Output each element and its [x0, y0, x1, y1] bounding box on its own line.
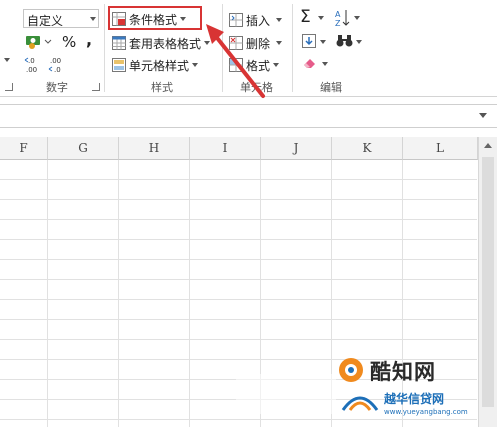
scrollbar-thumb[interactable] — [482, 157, 494, 407]
eraser-icon — [304, 59, 315, 68]
watermark-backdrop — [236, 374, 336, 414]
red-arrow-annotation — [206, 24, 265, 98]
svg-text:Z: Z — [335, 19, 341, 28]
svg-text:.0: .0 — [28, 57, 35, 65]
chevron-down-icon — [192, 63, 199, 67]
cell-styles-button[interactable]: 单元格样式 — [112, 56, 199, 74]
format-as-table-label: 套用表格格式 — [129, 36, 202, 51]
chevron-down-icon — [276, 41, 283, 45]
percent-style-button[interactable]: % — [62, 33, 76, 51]
svg-text:.00: .00 — [50, 57, 61, 65]
column-header-h[interactable]: H — [119, 137, 190, 160]
accounting-format-button[interactable] — [25, 34, 53, 50]
decrease-decimal-icon: .00 .0 — [48, 57, 61, 74]
group-separator — [292, 4, 293, 92]
formula-bar[interactable] — [0, 104, 497, 128]
autosum-icon: Σ — [300, 7, 311, 27]
currency-icon — [26, 36, 52, 49]
site-logo-icon — [341, 396, 379, 411]
table-icon — [112, 36, 126, 50]
vertical-scrollbar[interactable] — [478, 137, 497, 427]
grid-row-line — [0, 199, 477, 200]
grid-row-line — [0, 219, 477, 220]
chevron-down-icon — [356, 40, 362, 44]
group-separator — [104, 4, 105, 92]
increase-decimal-icon: .0 .00 — [24, 57, 37, 74]
sort-filter-button[interactable]: A Z — [334, 8, 362, 28]
autosum-button[interactable]: Σ — [300, 7, 326, 28]
number-dialog-launcher-icon[interactable] — [92, 83, 100, 91]
watermark: 酷知网 越华信贷网 www.yueyangbang.com — [236, 352, 476, 422]
column-header-f[interactable]: F — [0, 137, 48, 160]
fill-down-icon — [302, 34, 316, 48]
column-header-k[interactable]: K — [332, 137, 403, 160]
cell-styles-icon — [112, 58, 126, 72]
grid-row-line — [0, 299, 477, 300]
grid-row-line — [0, 319, 477, 320]
svg-text:.00: .00 — [26, 66, 37, 74]
binoculars-icon — [336, 35, 353, 47]
svg-text:A: A — [335, 10, 341, 19]
fill-button[interactable] — [302, 34, 326, 52]
styles-group-label: 样式 — [151, 81, 173, 94]
highlight-box — [108, 6, 202, 30]
grid-column-line — [189, 160, 190, 427]
chevron-down-icon — [320, 40, 326, 44]
chevron-down-icon — [90, 17, 96, 21]
increase-decimal-button[interactable]: .0 .00 — [24, 55, 44, 75]
column-header-g[interactable]: G — [48, 137, 119, 160]
watermark-brand: 酷知网 — [370, 360, 436, 384]
grid-column-line — [47, 160, 48, 427]
number-group-label: 数字 — [46, 81, 68, 94]
clear-button[interactable] — [302, 56, 328, 74]
decrease-decimal-button[interactable]: .00 .0 — [48, 55, 68, 75]
chevron-down-icon — [276, 18, 283, 22]
dialog-launcher-icon[interactable] — [5, 83, 13, 91]
watermark-url: www.yueyangbang.com — [384, 408, 468, 416]
comma-style-button[interactable]: , — [86, 30, 92, 49]
number-format-value: 自定义 — [27, 14, 64, 28]
chevron-down-icon — [354, 16, 360, 20]
chevron-down-icon — [273, 63, 280, 67]
scroll-up-icon[interactable] — [484, 143, 492, 148]
chevron-down-icon — [4, 58, 10, 62]
grid-row-line — [0, 339, 477, 340]
chevron-down-icon — [322, 62, 328, 66]
column-header-j[interactable]: J — [261, 137, 332, 160]
column-header-i[interactable]: I — [190, 137, 261, 160]
cell-styles-label: 单元格样式 — [129, 58, 190, 73]
sort-az-icon: A Z — [335, 10, 350, 28]
grid-row-line — [0, 179, 477, 180]
chevron-down-icon — [318, 16, 324, 20]
number-format-dropdown[interactable]: 自定义 — [23, 9, 99, 28]
grid-row-line — [0, 279, 477, 280]
editing-group-label: 编辑 — [320, 81, 342, 94]
grid-column-line — [118, 160, 119, 427]
grid-row-line — [0, 259, 477, 260]
watermark-site-name: 越华信贷网 — [384, 392, 445, 406]
ribbon: 自定义 % , .0 .00 .00 .0 数字 条件格式 套用表格格式 单元格… — [0, 0, 497, 98]
find-select-button[interactable] — [336, 34, 362, 52]
column-header-l[interactable]: L — [403, 137, 478, 160]
grid-row-line — [0, 239, 477, 240]
format-as-table-button[interactable]: 套用表格格式 — [112, 34, 211, 52]
expand-formula-bar-icon[interactable] — [479, 113, 487, 118]
brand-logo-icon — [339, 358, 363, 382]
svg-text:.0: .0 — [54, 66, 61, 74]
